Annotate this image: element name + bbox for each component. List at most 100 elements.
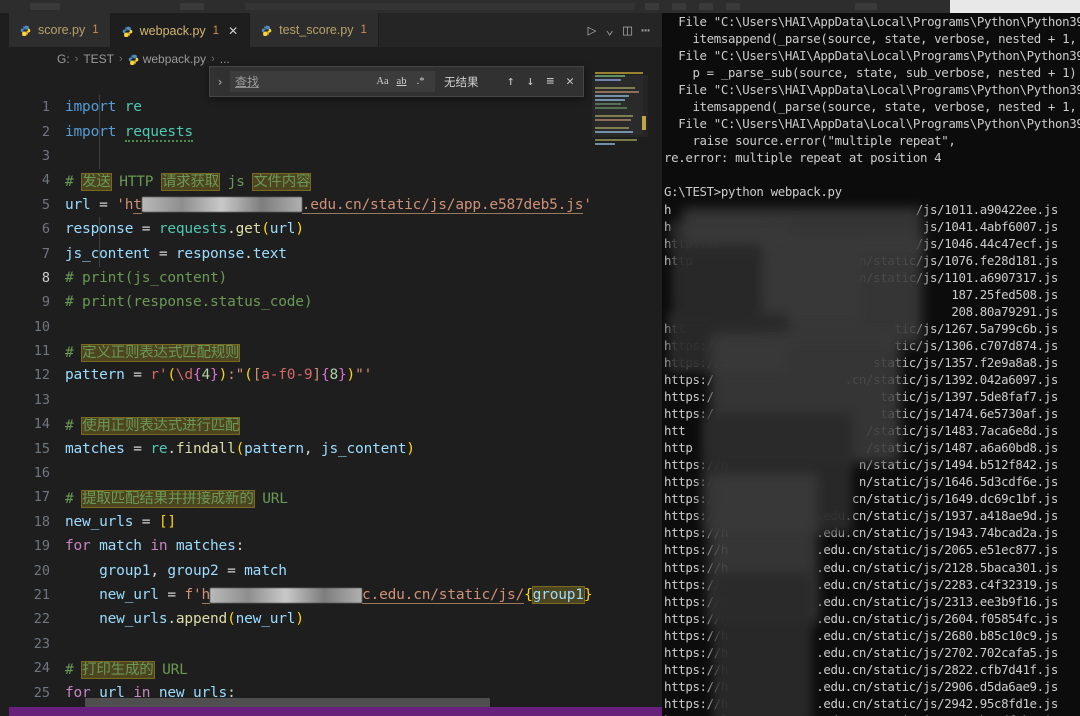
line-number: 9	[41, 294, 50, 311]
terminal-traceback-line: File "C:\Users\HAI\AppData\Local\Program…	[664, 48, 1080, 64]
python-file-icon	[128, 54, 138, 65]
find-widget[interactable]: › 查找 Aa ab .* 无结果 ↑ ↓ ≡ ✕	[209, 66, 584, 97]
code-editor[interactable]: 1 import re 2 import requests 3 4 # 发送 HTTP 请…	[9, 71, 662, 716]
code-line[interactable]: 22 new_urls.append(new_url)	[9, 607, 662, 631]
line-number: 20	[33, 562, 50, 579]
code-line[interactable]: 4 # 发送 HTTP 请求获取 js 文件内容	[9, 168, 662, 192]
editor-tab-bar: score.py 1 webpack.py 1 ✕ test_score.py 1 ▷ ⌄ ◫ ⋯	[9, 13, 662, 48]
split-editor-right-button[interactable]: ◫	[623, 21, 632, 39]
line-number: 23	[33, 635, 50, 652]
minimap[interactable]	[592, 71, 648, 201]
code-line[interactable]: 21 new_url = f'h c.edu.cn/static/js/{grou…	[9, 583, 662, 607]
line-number: 1	[41, 99, 50, 116]
find-input-placeholder: 查找	[235, 75, 260, 89]
code-line[interactable]: 13	[9, 388, 662, 412]
code-line-content: url = 'ht .edu.cn/static/js/app.e587deb5.…	[65, 196, 592, 214]
toggle-replace-icon[interactable]: ›	[210, 75, 230, 89]
line-number: 12	[33, 367, 50, 384]
code-line[interactable]: 6 response = requests.get(url)	[9, 217, 662, 241]
code-line-content: js_content = response.text	[65, 245, 287, 262]
code-line[interactable]: 11 # 定义正则表达式匹配规则	[9, 339, 662, 363]
run-options-chevron-icon[interactable]: ⌄	[606, 22, 614, 38]
code-line-content: matches = re.findall(pattern, js_content…	[65, 440, 415, 457]
tab-bar-empty-space	[378, 13, 576, 47]
terminal-traceback-line: File "C:\Users\HAI\AppData\Local\Program…	[664, 116, 1080, 132]
line-number: 10	[33, 318, 50, 335]
more-actions-button[interactable]: ⋯	[641, 21, 650, 39]
code-line[interactable]: 1 import re	[9, 95, 662, 119]
python-file-icon	[122, 26, 133, 37]
code-line-content	[65, 319, 662, 335]
code-line[interactable]: 10	[9, 315, 662, 339]
editor-tab-score-py[interactable]: score.py 1	[9, 13, 111, 47]
breadcrumb-segment[interactable]: G:	[57, 52, 70, 66]
find-previous-icon[interactable]: ↑	[507, 74, 515, 89]
use-regex-icon[interactable]: .*	[411, 76, 430, 87]
code-line-content: # print(js_content)	[65, 269, 228, 286]
chrome-right	[950, 0, 1080, 13]
code-line[interactable]: 24 # 打印生成的 URL	[9, 656, 662, 680]
code-line[interactable]: 20 group1, group2 = match	[9, 558, 662, 582]
terminal-traceback-line: File "C:\Users\HAI\AppData\Local\Program…	[664, 14, 1080, 29]
breadcrumb-separator: ›	[119, 53, 123, 65]
terminal-traceback-line: raise source.error("multiple repeat",	[664, 133, 956, 149]
run-python-file-button[interactable]: ▷	[587, 21, 596, 39]
code-line-content: new_urls.append(new_url)	[99, 611, 304, 628]
terminal-traceback-line: itemsappend(_parse(source, state, verbos…	[664, 31, 1077, 47]
window-chrome-sliver	[0, 0, 1080, 13]
breadcrumb-separator: ›	[211, 53, 215, 65]
breadcrumb-segment[interactable]: TEST	[83, 52, 114, 66]
find-in-selection-icon[interactable]: ≡	[546, 74, 554, 89]
code-line-content	[65, 465, 662, 481]
code-line[interactable]: 7 js_content = response.text	[9, 241, 662, 265]
code-line-content: # 定义正则表达式匹配规则	[65, 343, 241, 362]
horizontal-scrollbar[interactable]	[85, 698, 490, 707]
line-number: 19	[33, 538, 50, 555]
code-line-content	[65, 392, 662, 408]
whole-word-icon[interactable]: ab	[392, 76, 411, 87]
code-line[interactable]: 2 import requests	[9, 119, 662, 143]
line-number: 8	[41, 269, 50, 286]
code-line[interactable]: 19 for match in matches:	[9, 534, 662, 558]
match-case-icon[interactable]: Aa	[373, 76, 392, 87]
line-number: 22	[33, 611, 50, 628]
editor-tab-webpack-py[interactable]: webpack.py 1 ✕	[110, 13, 251, 48]
line-number: 15	[33, 440, 50, 457]
code-line[interactable]: 9 # print(response.status_code)	[9, 290, 662, 314]
close-find-icon[interactable]: ✕	[566, 74, 574, 89]
code-line[interactable]: 15 matches = re.findall(pattern, js_conte…	[9, 436, 662, 460]
code-line[interactable]: 18 new_urls = []	[9, 510, 662, 534]
minimap-decoration	[642, 116, 646, 130]
code-line[interactable]: 16	[9, 461, 662, 485]
redaction-blur	[712, 573, 812, 716]
tab-problem-badge: 1	[92, 24, 99, 36]
breadcrumb-segment[interactable]: ...	[220, 52, 230, 66]
minimap-slider[interactable]	[592, 75, 648, 137]
terminal-panel[interactable]: File "C:\Users\HAI\AppData\Local\Program…	[662, 13, 1080, 716]
code-line-content: for match in matches:	[65, 538, 245, 555]
find-next-icon[interactable]: ↓	[527, 74, 535, 89]
breadcrumb-segment[interactable]: webpack.py	[143, 52, 206, 66]
find-input[interactable]: 查找 Aa ab .*	[230, 71, 435, 92]
line-number: 5	[41, 196, 50, 213]
code-line[interactable]: 17 # 提取匹配结果并拼接成新的 URL	[9, 485, 662, 509]
tab-problem-badge: 1	[212, 25, 220, 37]
code-line-content: # print(response.status_code)	[65, 294, 313, 311]
terminal-traceback-line: p = _parse_sub(source, state, sub_verbos…	[664, 65, 1077, 81]
code-line[interactable]: 12 pattern = r'(\d{4}):"([a-f0-9]{8})"'	[9, 363, 662, 387]
code-line[interactable]: 8 # print(js_content)	[9, 266, 662, 290]
tab-label: test_score.py	[279, 23, 354, 37]
vscode-window: score.py 1 webpack.py 1 ✕ test_score.py 1 ▷ ⌄ ◫ ⋯ …	[0, 0, 1080, 716]
code-line-content: import requests	[65, 123, 193, 142]
code-line-content: new_urls = []	[65, 513, 176, 530]
tab-close-icon[interactable]: ✕	[228, 24, 238, 38]
code-line[interactable]: 5 url = 'ht .edu.cn/static/js/app.e587deb5…	[9, 193, 662, 217]
status-bar[interactable]	[9, 707, 662, 716]
editor-tab-test-score-py[interactable]: test_score.py 1	[250, 13, 379, 47]
line-number: 25	[33, 684, 50, 701]
line-number: 4	[41, 172, 50, 189]
code-line[interactable]: 14 # 使用正则表达式进行匹配	[9, 412, 662, 436]
code-line[interactable]: 23	[9, 632, 662, 656]
code-line[interactable]: 3	[9, 144, 662, 168]
minimap-highlight-bar	[595, 72, 643, 74]
